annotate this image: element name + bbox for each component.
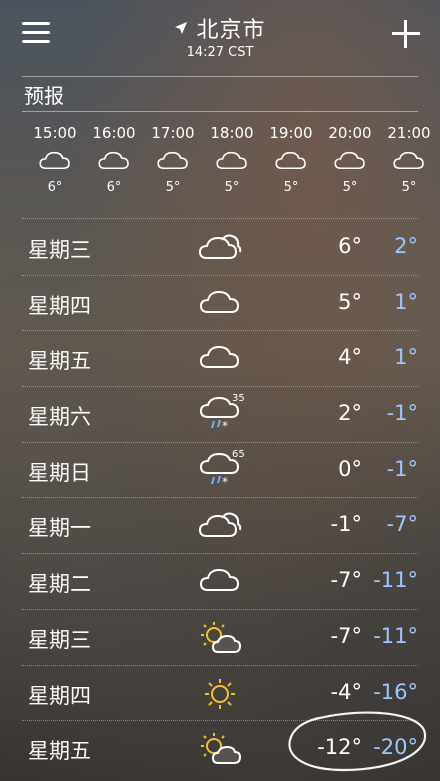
hourly-temp: 5° xyxy=(342,180,358,195)
hand-drawn-circle xyxy=(288,711,427,772)
cloud-icon xyxy=(275,151,306,169)
hourly-time: 17:00 xyxy=(151,124,195,142)
day-name: 星期二 xyxy=(28,572,91,597)
cloud-icon xyxy=(199,290,240,313)
hourly-item: 17:00 5° xyxy=(144,124,202,195)
high-temp: -7° xyxy=(330,623,362,648)
sun-cloud-icon xyxy=(201,621,242,653)
svg-text:*: * xyxy=(222,419,228,433)
low-temp: -16° xyxy=(373,679,418,704)
hourly-time: 19:00 xyxy=(269,124,313,142)
high-temp: 4° xyxy=(338,345,362,370)
hourly-time: 18:00 xyxy=(210,124,254,142)
cloud-icon xyxy=(393,151,424,169)
top-bar: 北京市 14:27 CST xyxy=(0,0,440,68)
low-temp: -11° xyxy=(373,568,418,593)
hourly-forecast[interactable]: 15:00 6° 16:00 6° 17:00 5° 18:00 5° 19:00 5° 20:00… xyxy=(26,124,440,216)
cloud-icon xyxy=(39,151,70,169)
hourly-temp: 5° xyxy=(401,180,417,195)
location-header: 北京市 14:27 CST xyxy=(0,12,440,60)
cloud-icon xyxy=(334,151,365,169)
hourly-item: 18:00 5° xyxy=(203,124,261,195)
low-temp: 1° xyxy=(394,345,418,370)
hourly-item: 16:00 6° xyxy=(85,124,143,195)
daily-row: 星期三 -7° -11° xyxy=(22,610,418,666)
daily-row: 星期三 6° 2° xyxy=(22,220,418,276)
precip-chance: 35 xyxy=(232,393,245,405)
cloud-icon xyxy=(199,346,240,369)
daily-row: 星期六 * 35 2° -1° xyxy=(22,387,418,443)
hourly-time: 20:00 xyxy=(328,124,372,142)
hourly-time: 15:00 xyxy=(33,124,77,142)
hourly-temp: 5° xyxy=(283,180,299,195)
daily-row: 星期四 5° 1° xyxy=(22,276,418,332)
sun-icon xyxy=(205,678,235,709)
weather-screen: 北京市 14:27 CST 预报 15:00 6° 16:00 6° 17:00 5° 18… xyxy=(0,0,440,781)
high-temp: -1° xyxy=(330,512,362,537)
hourly-item: 21:00 5° xyxy=(380,124,438,195)
low-temp: 1° xyxy=(394,289,418,314)
low-temp: -11° xyxy=(373,623,418,648)
hourly-time: 21:00 xyxy=(387,124,431,142)
day-name: 星期三 xyxy=(28,627,91,652)
hourly-temp: 5° xyxy=(165,180,181,195)
high-temp: 5° xyxy=(338,289,362,314)
forecast-header: 预报 xyxy=(22,76,418,112)
high-temp: 6° xyxy=(338,234,362,258)
day-name: 星期日 xyxy=(28,460,91,485)
partly-cloudy-icon xyxy=(198,234,242,259)
low-temp: 2° xyxy=(394,234,418,258)
cloud-icon xyxy=(98,151,129,169)
day-name: 星期三 xyxy=(28,238,91,262)
day-name: 星期六 xyxy=(28,405,91,430)
low-temp: -1° xyxy=(386,456,418,481)
hourly-item: 20:00 5° xyxy=(321,124,379,195)
hourly-time: 16:00 xyxy=(92,124,136,142)
low-temp: -1° xyxy=(386,401,418,426)
low-temp: -7° xyxy=(386,512,418,537)
high-temp: 2° xyxy=(338,401,362,426)
cloud-icon xyxy=(199,569,240,592)
high-temp: -4° xyxy=(330,679,362,704)
daily-row: 星期二 -7° -11° xyxy=(22,554,418,610)
hourly-temp: 6° xyxy=(106,180,122,195)
hourly-item: 19:00 5° xyxy=(262,124,320,195)
precip-chance: 65 xyxy=(232,448,245,460)
daily-row: 星期一 -1° -7° xyxy=(22,498,418,555)
partly-cloudy-icon xyxy=(198,512,242,538)
cloud-icon xyxy=(216,151,247,169)
divider xyxy=(22,218,418,219)
city-name: 北京市 xyxy=(196,18,266,43)
add-city-icon[interactable] xyxy=(392,20,420,48)
forecast-label: 预报 xyxy=(24,84,64,108)
high-temp: -7° xyxy=(330,568,362,593)
day-name: 星期四 xyxy=(28,293,91,318)
high-temp: 0° xyxy=(338,456,362,481)
location-arrow-icon xyxy=(175,22,188,34)
daily-forecast: 星期三 6° 2° 星期四 5° 1° 星期五 4° 1° 星期六 * 35 2° -1° 星期日 * 65 0°… xyxy=(22,220,418,776)
svg-text:*: * xyxy=(222,475,228,489)
day-name: 星期五 xyxy=(28,739,91,764)
day-name: 星期一 xyxy=(28,516,91,541)
day-name: 星期四 xyxy=(28,683,91,708)
cloud-icon xyxy=(157,151,188,169)
hourly-item: 15:00 6° xyxy=(26,124,84,195)
day-name: 星期五 xyxy=(28,349,91,374)
hourly-temp: 5° xyxy=(224,180,240,195)
local-time: 14:27 CST xyxy=(186,45,254,60)
sun-cloud-icon xyxy=(201,733,242,765)
daily-row: 星期五 4° 1° xyxy=(22,331,418,388)
daily-row: 星期日 * 65 0° -1° xyxy=(22,443,418,499)
hourly-temp: 6° xyxy=(47,180,63,195)
